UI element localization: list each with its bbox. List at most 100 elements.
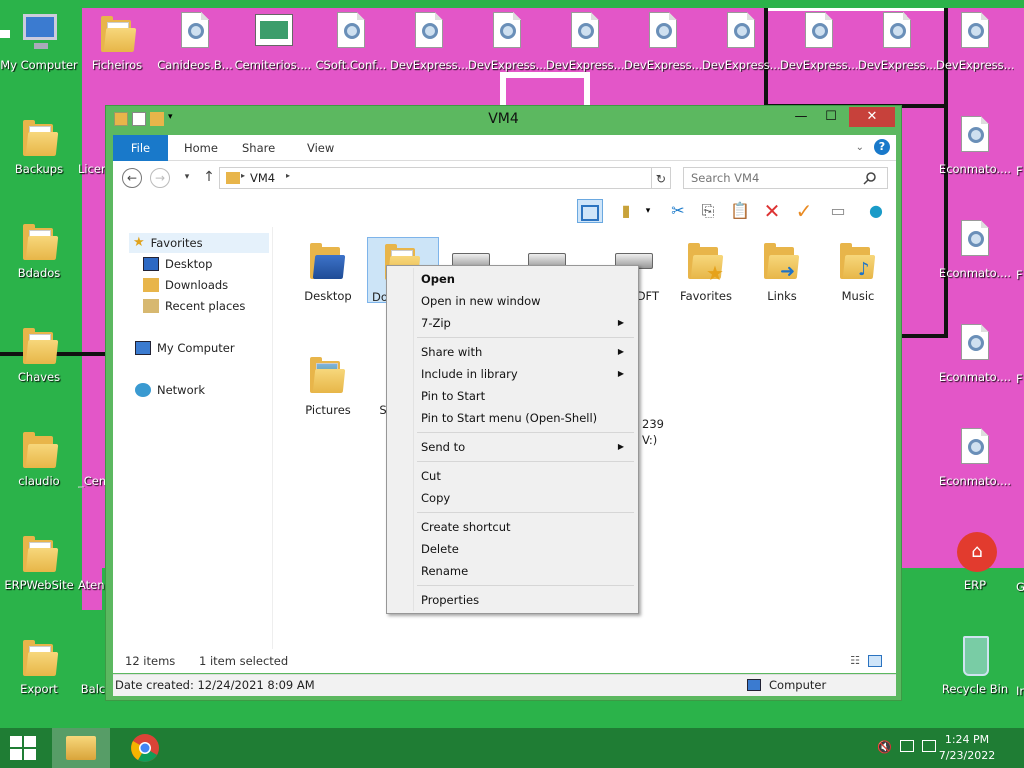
menu-item-copy[interactable]: Copy	[389, 487, 636, 509]
network-globe-icon[interactable]: ●	[863, 199, 889, 223]
expand-ribbon-icon[interactable]: ⌄	[856, 142, 864, 153]
address-bar[interactable]: ▸ VM4 ▸ ⌄	[219, 167, 671, 189]
desktop-icon-cemiterios[interactable]: Cemiterios....	[234, 10, 312, 72]
desktop-icon-dll[interactable]: DevExpress....	[936, 10, 1014, 72]
nav-label: Favorites	[150, 236, 203, 250]
search-input[interactable]	[683, 167, 888, 189]
dll-file-icon	[961, 324, 989, 360]
star-icon: ★	[133, 235, 145, 250]
search-icon[interactable]	[863, 171, 877, 185]
network-tray-icon[interactable]	[900, 740, 914, 752]
file-item-desktop[interactable]: Desktop	[291, 237, 365, 303]
refresh-button[interactable]: ↻	[651, 167, 671, 189]
desktop-icon-claudio[interactable]: claudio	[0, 426, 78, 488]
menu-item-open[interactable]: Open	[389, 268, 636, 290]
desktop-icon-erpwebsite[interactable]: ERPWebSite	[0, 530, 78, 592]
desktop-icon-cem[interactable]: _Cem	[78, 426, 108, 488]
desktop-icon-dll[interactable]: Canideos.B...	[156, 10, 234, 72]
up-button[interactable]: ↑	[199, 168, 219, 188]
minimize-button[interactable]: —	[787, 107, 815, 127]
clock-time: 1:24 PM	[944, 733, 990, 746]
rename-icon[interactable]: ▭	[825, 199, 851, 223]
desktop-icon-dll[interactable]: DevExpress....	[390, 10, 468, 72]
nav-item-my-computer[interactable]: My Computer	[135, 338, 235, 358]
nav-item-downloads[interactable]: Downloads	[143, 275, 228, 295]
menu-item-pin-to-start[interactable]: Pin to Start	[389, 385, 636, 407]
file-item-favorites[interactable]: ★ Favorites	[669, 237, 743, 303]
chevron-down-icon[interactable]: ▾	[635, 199, 661, 223]
desktop-icon-economato[interactable]: Econmato....	[936, 322, 1014, 384]
checkmark-icon[interactable]: ✓	[791, 199, 817, 223]
desktop-icon-licen[interactable]: Licen	[78, 114, 108, 176]
desktop-icon-dll[interactable]: DevExpress....	[468, 10, 546, 72]
paste-icon[interactable]: 📋	[727, 199, 753, 223]
nav-item-recent-places[interactable]: Recent places	[143, 296, 245, 316]
tab-view[interactable]: View	[293, 135, 348, 161]
menu-item-open-new-window[interactable]: Open in new window	[389, 290, 636, 312]
menu-item-send-to[interactable]: Send to ▶	[389, 436, 636, 458]
favorites-folder-icon: ★	[688, 243, 724, 285]
maximize-button[interactable]: ☐	[817, 107, 845, 127]
forward-button[interactable]: →	[150, 168, 170, 188]
desktop-icon-dll[interactable]: DevExpress....	[624, 10, 702, 72]
desktop-icon-dll[interactable]: CSoft.Conf...	[312, 10, 390, 72]
desktop-icon-backups[interactable]: Backups	[0, 114, 78, 176]
file-item-links[interactable]: ➜ Links	[745, 237, 819, 303]
taskbar-chrome[interactable]	[120, 728, 170, 768]
menu-item-rename[interactable]: Rename	[389, 560, 636, 582]
menu-item-create-shortcut[interactable]: Create shortcut	[389, 516, 636, 538]
large-icons-view-icon[interactable]	[868, 655, 882, 667]
delete-icon[interactable]: ✕	[759, 199, 785, 223]
file-item-pictures[interactable]: Pictures	[291, 351, 365, 417]
tab-file[interactable]: File	[113, 135, 168, 161]
desktop-icon-my-computer[interactable]: My Computer	[0, 10, 78, 72]
breadcrumb[interactable]: VM4	[250, 171, 275, 185]
start-button[interactable]	[10, 736, 38, 762]
details-view-icon[interactable]: ☷	[850, 654, 860, 667]
back-button[interactable]: ←	[122, 168, 142, 188]
desktop-icon-label: ERPWebSite	[4, 578, 74, 592]
desktop-icon-label: Recycle Bin	[941, 682, 1009, 696]
desktop-icon-erp[interactable]: ⌂ ERP	[936, 530, 1014, 592]
menu-item-include-in-library[interactable]: Include in library ▶	[389, 363, 636, 385]
desktop-icon-ficheiros[interactable]: Ficheiros	[78, 10, 156, 72]
desktop-icon-dll[interactable]: DevExpress....	[702, 10, 780, 72]
title-bar[interactable]: ▾ VM4 — ☐ ✕	[106, 106, 901, 134]
desktop-icon-atend[interactable]: Atend	[78, 530, 108, 592]
desktop-icon-chaves[interactable]: Chaves	[0, 322, 78, 384]
close-button[interactable]: ✕	[849, 107, 895, 127]
nav-item-network[interactable]: Network	[135, 380, 205, 400]
tab-home[interactable]: Home	[170, 135, 232, 161]
menu-item-cut[interactable]: Cut	[389, 465, 636, 487]
tab-share[interactable]: Share	[228, 135, 289, 161]
cut-icon[interactable]: ✂	[665, 199, 691, 223]
desktop-icon-economato[interactable]: Econmato....	[936, 426, 1014, 488]
desktop-icon-dll[interactable]: DevExpress....	[780, 10, 858, 72]
menu-item-properties[interactable]: Properties	[389, 589, 636, 611]
copy-icon[interactable]: ⎘	[695, 199, 721, 223]
volume-muted-icon[interactable]: 🔇	[877, 740, 892, 754]
desktop-icon-export[interactable]: Export	[0, 634, 78, 696]
menu-item-7zip[interactable]: 7-Zip ▶	[389, 312, 636, 334]
desktop-icon-bdados[interactable]: Bdados	[0, 218, 78, 280]
clock[interactable]: 1:24 PM 7/23/2022	[932, 732, 1002, 764]
desktop-icon-economato[interactable]: Econmato....	[936, 114, 1014, 176]
menu-item-pin-to-start-menu[interactable]: Pin to Start menu (Open-Shell)	[389, 407, 636, 429]
desktop-icon-economato[interactable]: Econmato....	[936, 218, 1014, 280]
submenu-arrow-icon: ▶	[617, 369, 624, 378]
nav-item-desktop[interactable]: Desktop	[143, 254, 212, 274]
clock-date: 7/23/2022	[938, 749, 996, 762]
menu-item-share-with[interactable]: Share with ▶	[389, 341, 636, 363]
preview-pane-icon[interactable]	[577, 199, 603, 223]
recent-locations-button[interactable]: ▾	[177, 168, 197, 188]
nav-item-favorites[interactable]: ★ Favorites	[129, 233, 269, 253]
chevron-right-icon[interactable]: ▸	[286, 171, 290, 180]
help-icon[interactable]: ?	[874, 139, 890, 155]
menu-item-delete[interactable]: Delete	[389, 538, 636, 560]
desktop-icon-recycle-bin[interactable]: Recycle Bin	[936, 634, 1014, 696]
desktop-icon-dll[interactable]: DevExpress....	[546, 10, 624, 72]
desktop-icon-balc[interactable]: Balc	[78, 634, 108, 696]
desktop-icon-dll[interactable]: DevExpress....	[858, 10, 936, 72]
taskbar-file-explorer[interactable]	[52, 728, 110, 768]
file-item-music[interactable]: ♪ Music	[821, 237, 895, 303]
